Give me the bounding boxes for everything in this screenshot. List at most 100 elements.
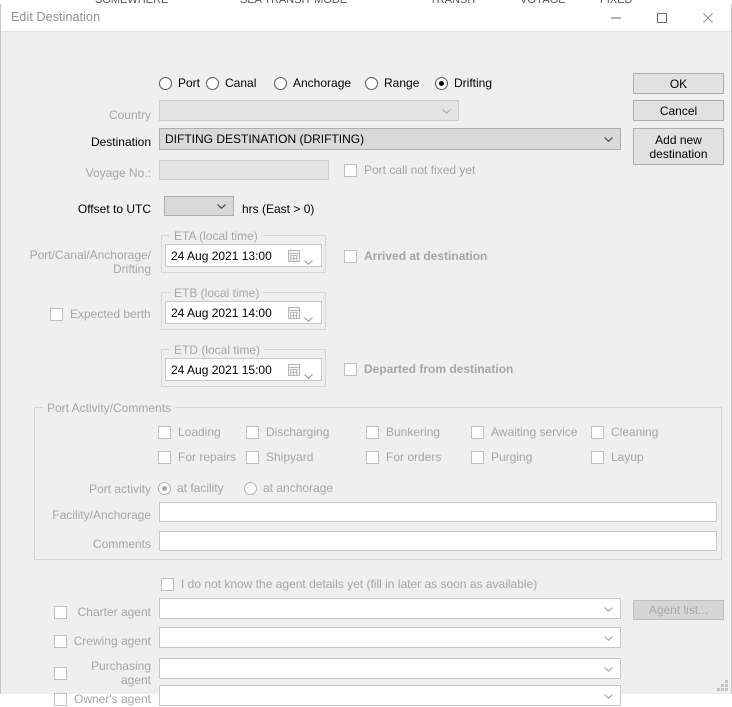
- purchasing-agent-label-line2: agent: [120, 673, 151, 687]
- cleaning-label: Cleaning: [611, 425, 659, 439]
- etb-group-title: ETB (local time): [170, 286, 264, 300]
- radio-port-label: Port: [178, 76, 201, 90]
- dialog-body: Port Canal Anchorage Range Drifting OK C…: [1, 32, 731, 706]
- bunkering-box: [366, 425, 379, 439]
- chevron-down-icon: [304, 254, 313, 268]
- radio-anchorage[interactable]: Anchorage: [274, 75, 351, 91]
- port-call-not-fixed-label: Port call not fixed yet: [364, 163, 476, 177]
- checkbox-loading[interactable]: Loading: [158, 424, 221, 440]
- at-facility-label: at facility: [177, 481, 224, 495]
- facility-anchorage-input[interactable]: [159, 502, 717, 522]
- radio-range[interactable]: Range: [365, 75, 419, 91]
- radio-drifting[interactable]: Drifting: [435, 75, 492, 91]
- window-title: Edit Destination: [11, 10, 101, 24]
- destination-value: DIFTING DESTINATION (DRIFTING): [165, 132, 365, 146]
- maximize-icon: [657, 12, 667, 23]
- layup-label: Layup: [611, 450, 644, 464]
- discharging-label: Discharging: [266, 425, 330, 439]
- unknown-agent-details-checkbox[interactable]: I do not know the agent details yet (fil…: [161, 576, 537, 592]
- arrived-at-destination-checkbox[interactable]: Arrived at destination: [344, 248, 487, 264]
- eta-datetime-input[interactable]: 24 Aug 2021 13:00: [165, 244, 322, 267]
- radio-drifting-label: Drifting: [454, 76, 493, 90]
- owners-agent-combobox[interactable]: [159, 685, 621, 706]
- facility-anchorage-label: Facility/Anchorage: [52, 508, 151, 522]
- radio-at-facility[interactable]: at facility: [158, 480, 224, 496]
- arrived-at-destination-label: Arrived at destination: [364, 249, 488, 263]
- for-orders-label: For orders: [386, 450, 442, 464]
- port-call-not-fixed-box: [344, 163, 357, 177]
- checkbox-shipyard[interactable]: Shipyard: [246, 449, 313, 465]
- destination-label: Destination: [90, 135, 151, 149]
- port-canal-anchorage-drifting-label: Port/Canal/Anchorage/ Drifting: [11, 248, 151, 276]
- purchasing-agent-combobox[interactable]: [159, 658, 621, 679]
- purging-box: [471, 450, 484, 464]
- checkbox-for-repairs[interactable]: For repairs: [158, 449, 236, 465]
- port-activity-group-title: Port Activity/Comments: [43, 401, 176, 415]
- port-activity-label: Port activity: [88, 482, 151, 496]
- checkbox-cleaning[interactable]: Cleaning: [591, 424, 658, 440]
- radio-canal[interactable]: Canal: [206, 75, 256, 91]
- add-new-destination-label-line2: destination: [649, 146, 708, 161]
- chevron-down-icon: [604, 693, 613, 699]
- checkbox-purging[interactable]: Purging: [471, 449, 532, 465]
- offset-to-utc-suffix: hrs (East > 0): [242, 202, 315, 216]
- loading-box: [158, 425, 171, 439]
- radio-anchorage-label: Anchorage: [293, 76, 352, 90]
- ok-button[interactable]: OK: [633, 73, 724, 94]
- section-label-line1: Port/Canal/Anchorage/: [29, 248, 151, 262]
- checkbox-layup[interactable]: Layup: [591, 449, 644, 465]
- crewing-agent-combobox[interactable]: [159, 627, 621, 648]
- section-label-line2: Drifting: [112, 262, 151, 276]
- etd-value: 24 Aug 2021 15:00: [171, 362, 272, 377]
- agent-list-button[interactable]: Agent list...: [633, 600, 724, 620]
- layup-box: [591, 450, 604, 464]
- calendar-icon: [288, 363, 300, 376]
- eta-value: 24 Aug 2021 13:00: [171, 248, 272, 263]
- for-repairs-box: [158, 450, 171, 464]
- crewing-agent-label: Crewing agent: [73, 634, 151, 648]
- purchasing-agent-label-line1: Purchasing: [90, 659, 151, 673]
- bunkering-label: Bunkering: [386, 425, 441, 439]
- radio-at-anchorage[interactable]: at anchorage: [244, 480, 333, 496]
- maximize-button[interactable]: [639, 4, 685, 31]
- loading-label: Loading: [178, 425, 221, 439]
- etb-value: 24 Aug 2021 14:00: [171, 305, 272, 320]
- destination-combobox[interactable]: DIFTING DESTINATION (DRIFTING): [159, 128, 621, 150]
- expected-berth-checkbox[interactable]: Expected berth: [50, 306, 151, 322]
- voyage-no-input[interactable]: [159, 160, 329, 180]
- charter-agent-combobox[interactable]: [159, 598, 621, 619]
- purchasing-agent-label: Purchasing agent: [51, 659, 151, 687]
- etd-datetime-input[interactable]: 24 Aug 2021 15:00: [165, 358, 322, 381]
- checkbox-awaiting-service[interactable]: Awaiting service: [471, 424, 577, 440]
- chevron-down-icon: [604, 606, 613, 612]
- radio-port[interactable]: Port: [159, 75, 200, 91]
- etd-group-title: ETD (local time): [170, 343, 265, 357]
- charter-agent-label: Charter agent: [77, 605, 151, 619]
- awaiting-service-box: [471, 425, 484, 439]
- country-combobox[interactable]: [159, 100, 459, 121]
- at-anchorage-label: at anchorage: [263, 481, 334, 495]
- expected-berth-box: [50, 307, 63, 321]
- departed-from-destination-checkbox[interactable]: Departed from destination: [344, 361, 513, 377]
- comments-input[interactable]: [159, 531, 717, 551]
- minimize-button[interactable]: [593, 4, 639, 31]
- owners-agent-label: Owner's agent: [74, 692, 151, 706]
- unknown-agent-details-label: I do not know the agent details yet (fil…: [181, 577, 538, 591]
- resize-grip[interactable]: [716, 679, 728, 691]
- checkbox-bunkering[interactable]: Bunkering: [366, 424, 440, 440]
- checkbox-for-orders[interactable]: For orders: [366, 449, 441, 465]
- etb-datetime-input[interactable]: 24 Aug 2021 14:00: [165, 301, 322, 324]
- add-new-destination-label-line1: Add new: [655, 132, 702, 147]
- port-call-not-fixed-checkbox[interactable]: Port call not fixed yet: [344, 162, 475, 178]
- calendar-icon: [288, 306, 300, 319]
- close-button[interactable]: [685, 4, 731, 31]
- expected-berth-label: Expected berth: [70, 307, 151, 321]
- offset-to-utc-combobox[interactable]: [164, 196, 234, 216]
- cancel-button[interactable]: Cancel: [633, 100, 724, 121]
- arrived-at-destination-box: [344, 249, 357, 263]
- add-new-destination-button[interactable]: Add new destination: [633, 128, 724, 165]
- shipyard-label: Shipyard: [266, 450, 314, 464]
- checkbox-discharging[interactable]: Discharging: [246, 424, 329, 440]
- chevron-down-icon: [304, 311, 313, 325]
- at-anchorage-indicator: [244, 481, 257, 495]
